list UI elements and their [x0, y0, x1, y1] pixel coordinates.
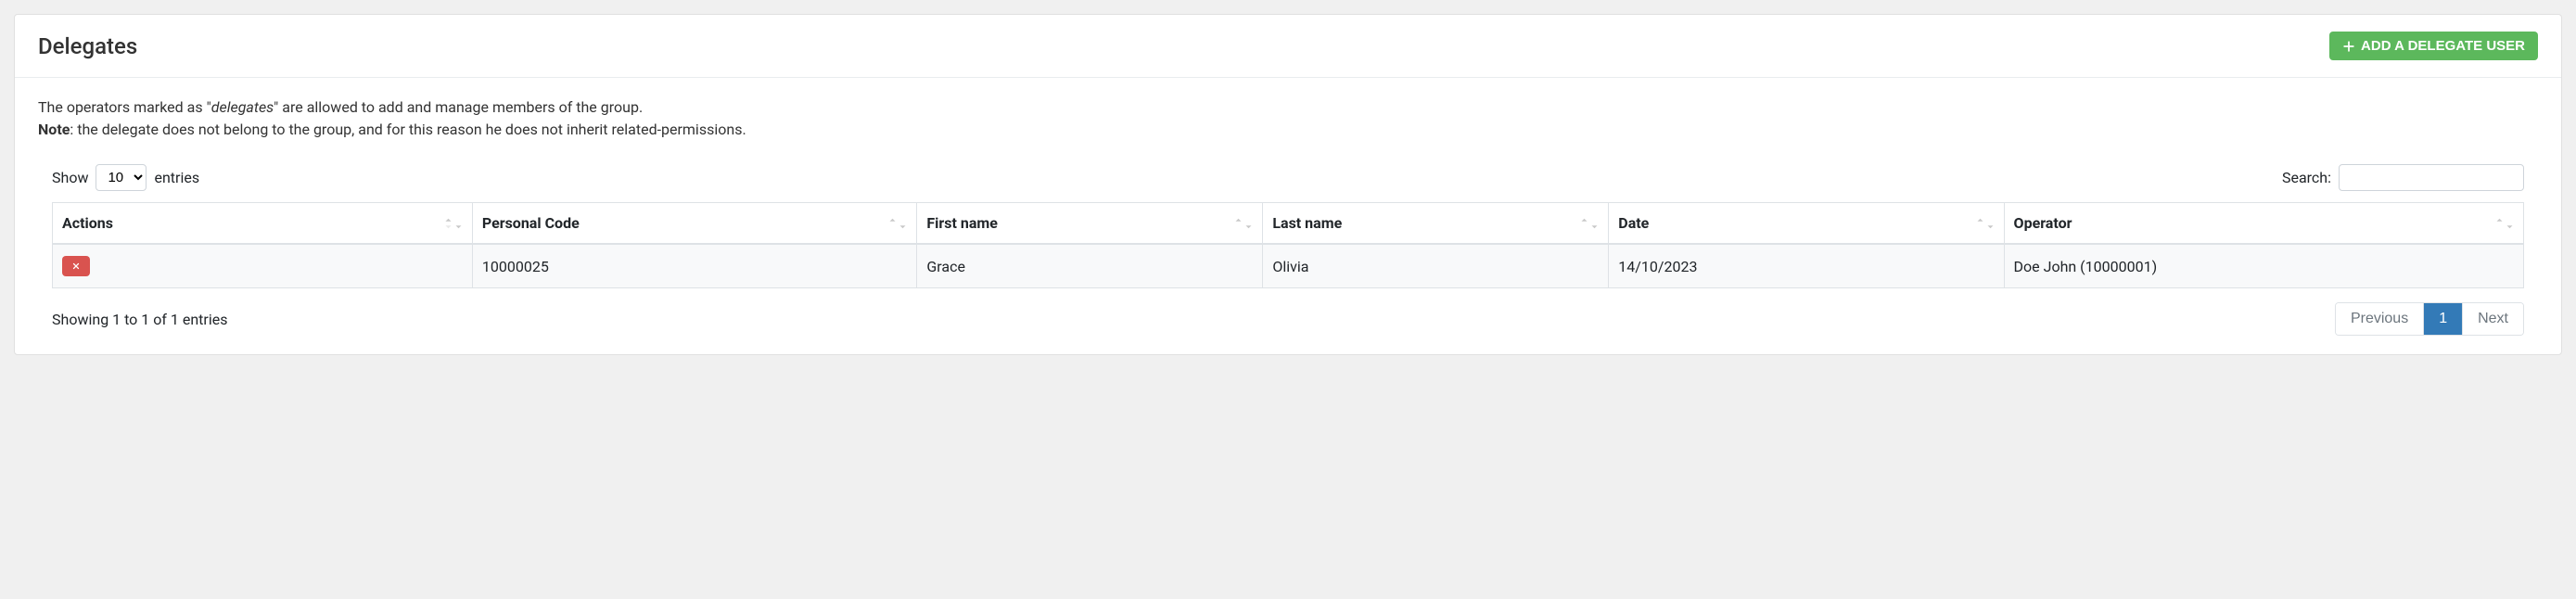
col-last-label: Last name — [1272, 214, 1342, 232]
table-info: Showing 1 to 1 of 1 entries — [52, 311, 227, 328]
col-operator[interactable]: Operator — [2005, 203, 2523, 245]
note-text: : the delegate does not belong to the gr… — [70, 121, 746, 138]
table-footer: Showing 1 to 1 of 1 entries Previous 1 N… — [38, 288, 2538, 336]
close-icon — [71, 261, 81, 271]
entries-label: entries — [154, 169, 199, 186]
pagination: Previous 1 Next — [2335, 302, 2524, 336]
desc-prefix: The operators marked as " — [38, 98, 211, 116]
sort-icon — [444, 218, 463, 229]
length-control: Show 10 entries — [52, 164, 199, 191]
col-first-name[interactable]: First name — [917, 203, 1263, 245]
cell-personal-code: 10000025 — [473, 245, 918, 287]
previous-button[interactable]: Previous — [2336, 303, 2424, 335]
table-row: 10000025 Grace Olivia 14/10/2023 Doe Joh… — [53, 245, 2523, 287]
entries-select[interactable]: 10 — [96, 164, 147, 191]
show-label: Show — [52, 169, 88, 186]
col-operator-label: Operator — [2014, 214, 2072, 232]
next-button[interactable]: Next — [2463, 303, 2523, 335]
col-actions[interactable]: Actions — [53, 203, 473, 245]
table-controls: Show 10 entries Search: — [38, 164, 2538, 191]
search-label: Search: — [2282, 169, 2331, 186]
plus-icon — [2342, 40, 2355, 53]
col-date-label: Date — [1618, 214, 1649, 232]
col-date[interactable]: Date — [1609, 203, 2004, 245]
page-1-button[interactable]: 1 — [2424, 303, 2463, 335]
sort-icon — [1580, 218, 1599, 229]
cell-last-name: Olivia — [1263, 245, 1609, 287]
sort-icon — [2495, 218, 2514, 229]
cell-operator: Doe John (10000001) — [2005, 245, 2523, 287]
delegates-table: Actions Personal Code — [52, 202, 2524, 288]
col-code-label: Personal Code — [482, 214, 580, 232]
delete-button[interactable] — [62, 256, 90, 276]
sort-icon — [1976, 218, 1995, 229]
search-input[interactable] — [2339, 164, 2524, 191]
sort-icon — [888, 218, 907, 229]
description-text: The operators marked as "delegates" are … — [38, 96, 2538, 141]
desc-suffix: " are allowed to add and manage members … — [274, 98, 643, 116]
cell-first-name: Grace — [917, 245, 1263, 287]
card-header: Delegates ADD A DELEGATE USER — [15, 15, 2561, 78]
note-label: Note — [38, 121, 70, 138]
desc-em: delegates — [211, 98, 274, 116]
page-title: Delegates — [38, 33, 137, 59]
col-actions-label: Actions — [62, 214, 113, 232]
col-last-name[interactable]: Last name — [1263, 203, 1609, 245]
cell-date: 14/10/2023 — [1609, 245, 2004, 287]
sort-icon — [1234, 218, 1253, 229]
search-control: Search: — [2282, 164, 2524, 191]
add-button-label: ADD A DELEGATE USER — [2361, 38, 2525, 54]
delegates-card: Delegates ADD A DELEGATE USER The operat… — [14, 14, 2562, 355]
col-personal-code[interactable]: Personal Code — [473, 203, 918, 245]
card-body: The operators marked as "delegates" are … — [15, 78, 2561, 354]
add-delegate-button[interactable]: ADD A DELEGATE USER — [2329, 32, 2538, 60]
col-first-label: First name — [926, 214, 998, 232]
